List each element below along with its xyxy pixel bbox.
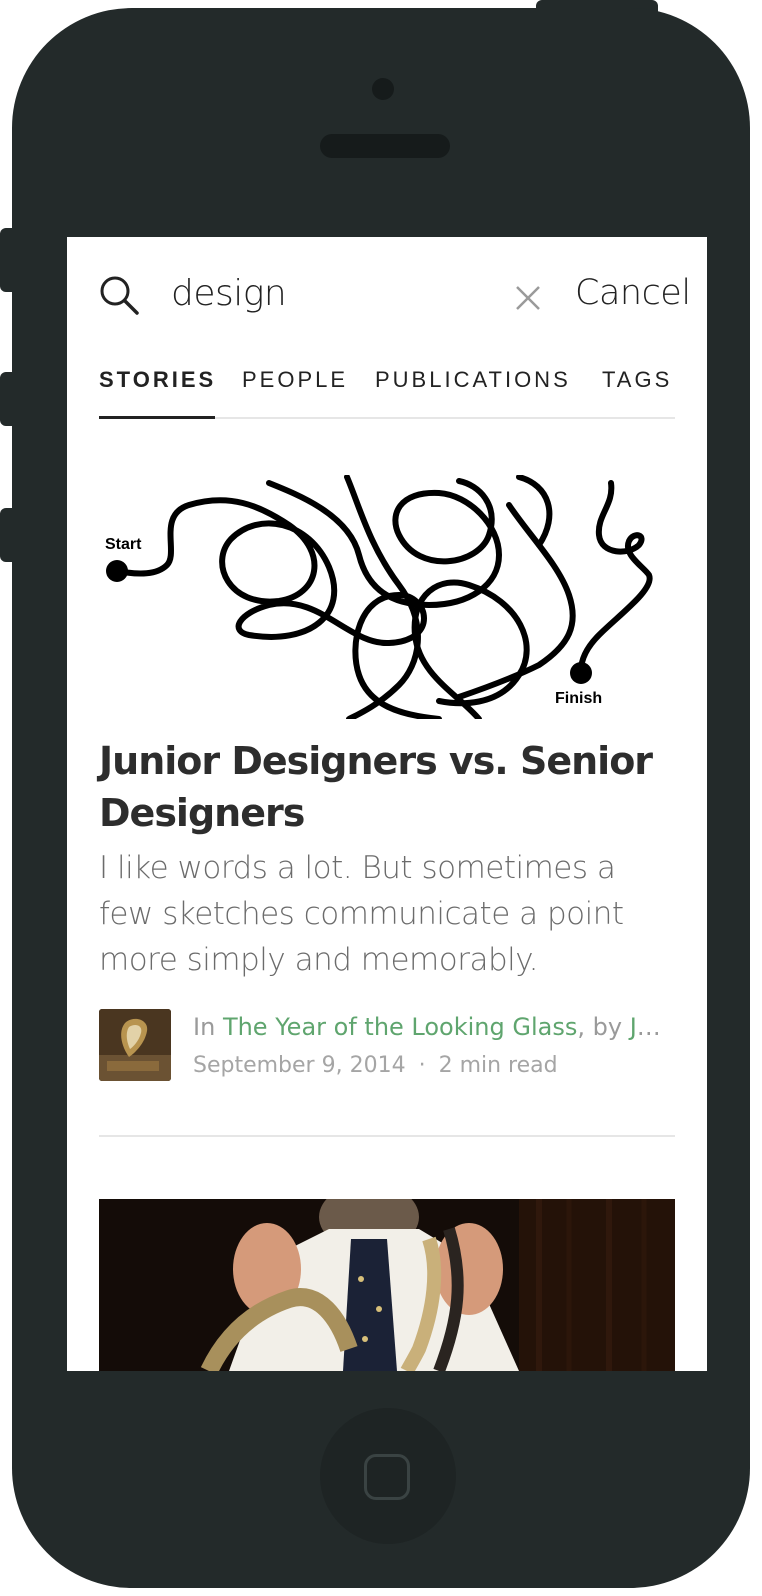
story-image-scribble[interactable]: Start Finish bbox=[99, 475, 675, 719]
story-title[interactable]: Junior Designers vs. Senior Designers bbox=[99, 735, 675, 839]
front-camera bbox=[372, 78, 394, 100]
tab-stories[interactable]: STORIES bbox=[99, 367, 216, 393]
search-input[interactable]: design bbox=[171, 273, 287, 314]
meta-separator: · bbox=[418, 1053, 426, 1078]
active-tab-indicator bbox=[99, 416, 215, 419]
tab-publications[interactable]: PUBLICATIONS bbox=[375, 367, 571, 393]
author-link[interactable]: Ju… bbox=[630, 1013, 673, 1041]
search-tabs: STORIES PEOPLE PUBLICATIONS TAGS bbox=[99, 357, 675, 419]
tab-people[interactable]: PEOPLE bbox=[242, 367, 348, 393]
story-subtitle[interactable]: I like words a lot. But sometimes a few … bbox=[99, 845, 675, 983]
in-prefix: In bbox=[193, 1013, 216, 1041]
story-date-readtime: September 9, 2014 · 2 min read bbox=[193, 1053, 673, 1078]
read-time: 2 min read bbox=[438, 1053, 558, 1078]
earpiece-speaker bbox=[320, 134, 450, 158]
story-date: September 9, 2014 bbox=[193, 1053, 406, 1078]
publication-link[interactable]: The Year of the Looking Glass bbox=[223, 1013, 577, 1041]
tab-tags[interactable]: TAGS bbox=[602, 367, 672, 393]
home-button-icon bbox=[364, 1454, 410, 1500]
clear-icon[interactable] bbox=[513, 283, 543, 313]
finish-label: Finish bbox=[555, 690, 602, 707]
story-divider bbox=[99, 1135, 675, 1137]
app-screen: design Cancel STORIES PEOPLE PUBLICATION… bbox=[67, 237, 707, 1371]
by-prefix: , by bbox=[577, 1013, 623, 1041]
story-image-man-with-snake[interactable] bbox=[99, 1199, 675, 1371]
cancel-button[interactable]: Cancel bbox=[575, 273, 691, 313]
search-bar: design Cancel bbox=[67, 237, 707, 357]
start-label: Start bbox=[105, 536, 142, 553]
story-meta: In The Year of the Looking Glass, by Ju…… bbox=[99, 1009, 675, 1085]
search-icon bbox=[100, 276, 139, 315]
story-byline: In The Year of the Looking Glass, by Ju… bbox=[193, 1013, 673, 1041]
avatar[interactable] bbox=[99, 1009, 171, 1081]
